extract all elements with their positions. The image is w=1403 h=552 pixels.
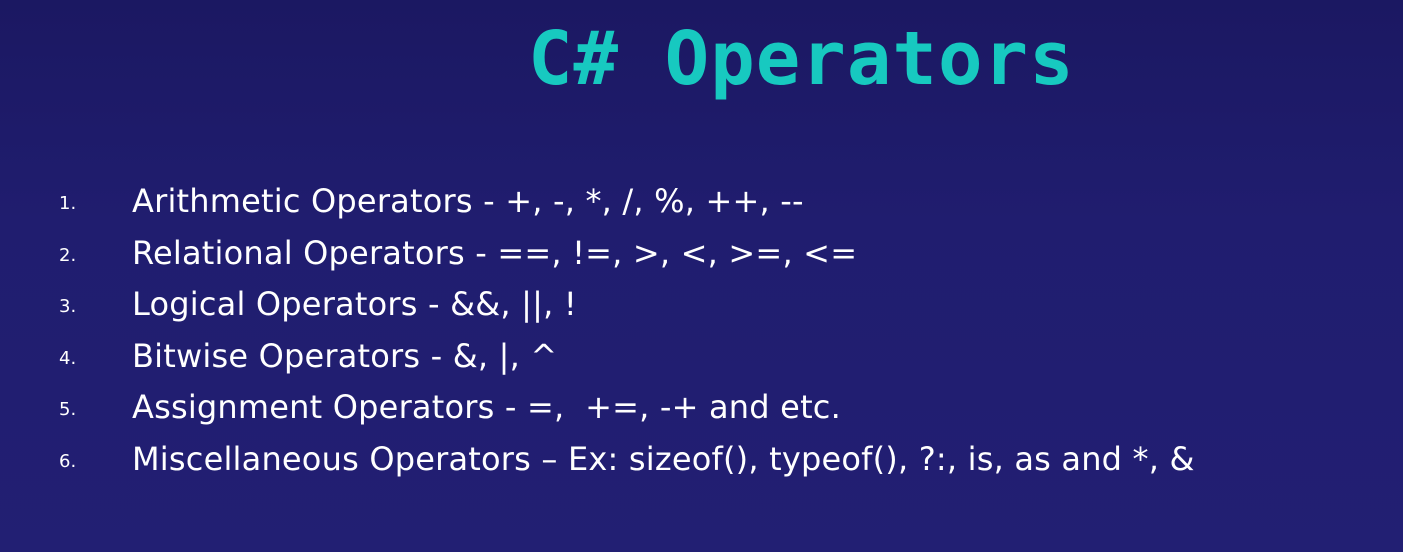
list-item-text: Bitwise Operators - &, |, ^ [132,336,558,375]
list-item-text: Logical Operators - &&, ||, ! [132,285,577,323]
list-item-text: Relational Operators - ==, !=, >, <, >=,… [132,233,858,272]
slide: C# Operators 1. Arithmetic Operators - +… [0,0,1403,552]
list-item-text: Miscellaneous Operators – Ex: sizeof(), … [132,439,1195,478]
list-item-number: 6. [59,450,77,472]
list-item-number: 4. [59,347,77,369]
list-item-text: Arithmetic Operators - +, -, *, /, %, ++… [132,182,804,220]
list-item-number: 2. [59,244,77,266]
list-item-text: Assignment Operators - =, +=, -+ and etc… [132,388,841,426]
slide-title: C# Operators [528,16,1075,102]
list-item-number: 5. [59,399,77,420]
list-item-number: 1. [59,193,77,214]
list-item-number: 3. [59,296,77,317]
